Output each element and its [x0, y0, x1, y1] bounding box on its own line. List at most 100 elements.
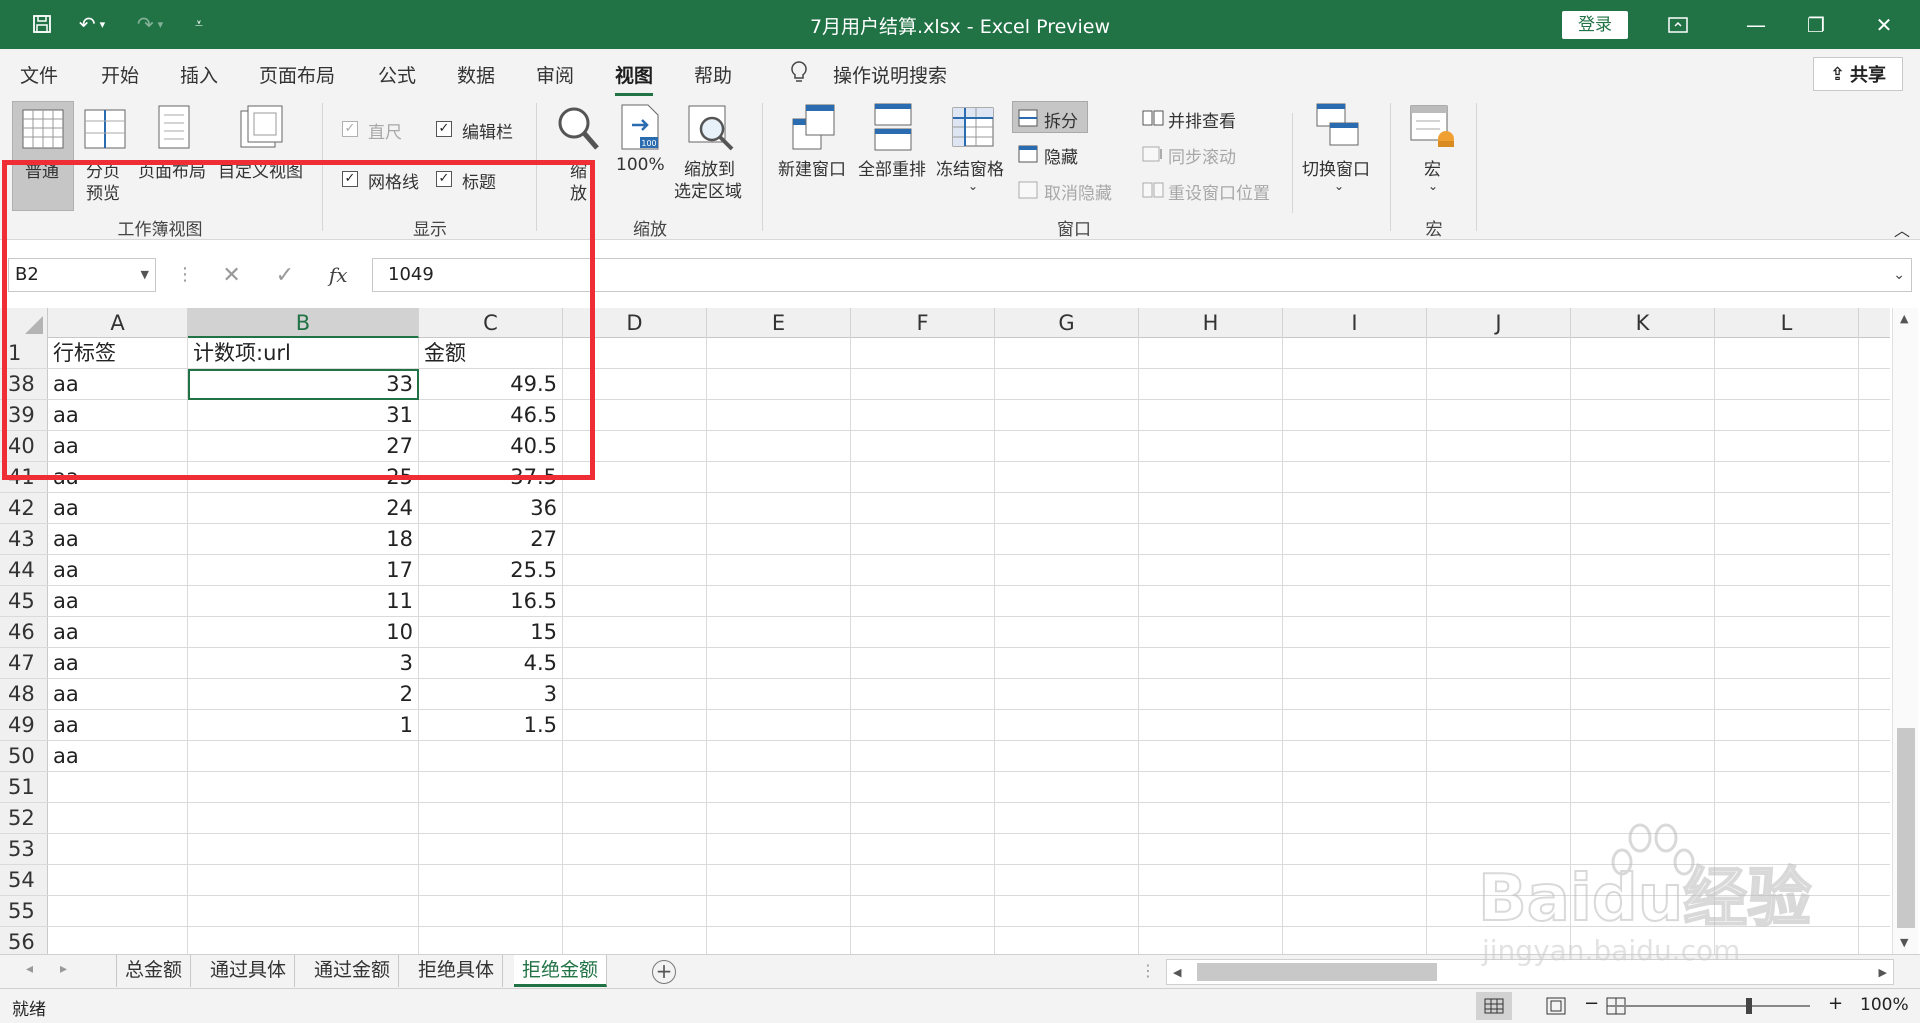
- empty-cell[interactable]: [1427, 493, 1571, 523]
- row-header[interactable]: 53: [0, 834, 48, 864]
- scroll-down-icon[interactable]: ▼: [1900, 936, 1908, 949]
- empty-cell[interactable]: [563, 338, 707, 368]
- cell-a[interactable]: aa: [48, 400, 188, 430]
- cell-c[interactable]: 金额: [419, 338, 563, 368]
- empty-cell[interactable]: [1571, 865, 1715, 895]
- freeze-panes-icon[interactable]: [952, 107, 994, 152]
- row-header[interactable]: 45: [0, 586, 48, 616]
- empty-cell[interactable]: [1715, 369, 1859, 399]
- scroll-up-icon[interactable]: ▲: [1900, 312, 1908, 325]
- sheet-tab-rejected-detail[interactable]: 拒绝具体: [410, 955, 504, 987]
- column-header-b[interactable]: B: [188, 308, 419, 338]
- row-header[interactable]: 43: [0, 524, 48, 554]
- empty-cell[interactable]: [995, 803, 1139, 833]
- cell-a[interactable]: aa: [48, 493, 188, 523]
- empty-cell[interactable]: [1427, 338, 1571, 368]
- empty-cell[interactable]: [707, 772, 851, 802]
- tab-help[interactable]: 帮助: [694, 61, 732, 88]
- empty-cell[interactable]: [995, 710, 1139, 740]
- cell-b[interactable]: 27: [188, 431, 419, 461]
- collapse-ribbon-icon[interactable]: ︿: [1894, 217, 1910, 241]
- tab-page-layout[interactable]: 页面布局: [259, 61, 335, 88]
- scroll-left-icon[interactable]: ◀: [1173, 966, 1181, 979]
- empty-cell[interactable]: [1715, 834, 1859, 864]
- empty-cell[interactable]: [563, 648, 707, 678]
- cell-c[interactable]: 15: [419, 617, 563, 647]
- formula-input[interactable]: 1049 ⌄: [372, 258, 1912, 292]
- empty-cell[interactable]: [707, 338, 851, 368]
- cell-a[interactable]: [48, 834, 188, 864]
- empty-cell[interactable]: [1283, 555, 1427, 585]
- empty-cell[interactable]: [1427, 679, 1571, 709]
- empty-cell[interactable]: [563, 431, 707, 461]
- empty-cell[interactable]: [851, 400, 995, 430]
- empty-cell[interactable]: [1571, 896, 1715, 926]
- empty-cell[interactable]: [1283, 617, 1427, 647]
- empty-cell[interactable]: [1427, 400, 1571, 430]
- formula-bar-checkbox[interactable]: ✓: [436, 121, 452, 137]
- empty-cell[interactable]: [707, 617, 851, 647]
- empty-cell[interactable]: [995, 400, 1139, 430]
- empty-cell[interactable]: [1283, 927, 1427, 954]
- cell-c[interactable]: [419, 834, 563, 864]
- close-icon[interactable]: ✕: [1856, 0, 1912, 49]
- column-header-a[interactable]: A: [48, 308, 188, 338]
- empty-cell[interactable]: [851, 834, 995, 864]
- row-header[interactable]: 46: [0, 617, 48, 647]
- empty-cell[interactable]: [1283, 586, 1427, 616]
- cell-b[interactable]: 33: [188, 369, 419, 399]
- headings-checkbox[interactable]: ✓: [436, 171, 452, 187]
- tell-me-search[interactable]: 操作说明搜索: [833, 61, 947, 88]
- macros-dropdown-icon[interactable]: ⌄: [1428, 179, 1438, 193]
- reset-window-position-icon[interactable]: [1142, 181, 1164, 204]
- empty-cell[interactable]: [1571, 803, 1715, 833]
- cell-a[interactable]: [48, 896, 188, 926]
- empty-cell[interactable]: [1139, 679, 1283, 709]
- cell-c[interactable]: 46.5: [419, 400, 563, 430]
- cell-b[interactable]: 3: [188, 648, 419, 678]
- cell-b[interactable]: [188, 834, 419, 864]
- cell-b[interactable]: 2: [188, 679, 419, 709]
- row-header[interactable]: 42: [0, 493, 48, 523]
- empty-cell[interactable]: [1139, 493, 1283, 523]
- empty-cell[interactable]: [995, 741, 1139, 771]
- empty-cell[interactable]: [851, 617, 995, 647]
- empty-cell[interactable]: [563, 617, 707, 647]
- empty-cell[interactable]: [995, 927, 1139, 954]
- cell-b[interactable]: [188, 896, 419, 926]
- empty-cell[interactable]: [851, 493, 995, 523]
- formula-bar-grip-icon[interactable]: ⋮: [176, 258, 194, 292]
- select-all-button[interactable]: [0, 308, 48, 338]
- row-header[interactable]: 52: [0, 803, 48, 833]
- tab-insert[interactable]: 插入: [180, 61, 218, 88]
- row-header[interactable]: 40: [0, 431, 48, 461]
- macros-icon[interactable]: [1410, 105, 1456, 154]
- empty-cell[interactable]: [1571, 617, 1715, 647]
- vertical-scroll-thumb[interactable]: [1897, 728, 1915, 928]
- row-header[interactable]: 48: [0, 679, 48, 709]
- empty-cell[interactable]: [1571, 741, 1715, 771]
- empty-cell[interactable]: [1715, 493, 1859, 523]
- empty-cell[interactable]: [851, 927, 995, 954]
- tab-home[interactable]: 开始: [101, 61, 139, 88]
- zoom-to-selection-icon[interactable]: [688, 105, 734, 156]
- cell-a[interactable]: aa: [48, 710, 188, 740]
- ribbon-display-options-icon[interactable]: [1650, 0, 1706, 49]
- empty-cell[interactable]: [1427, 741, 1571, 771]
- empty-cell[interactable]: [1139, 803, 1283, 833]
- empty-cell[interactable]: [851, 586, 995, 616]
- empty-cell[interactable]: [707, 896, 851, 926]
- empty-cell[interactable]: [1427, 927, 1571, 954]
- empty-cell[interactable]: [1571, 524, 1715, 554]
- cell-c[interactable]: 3: [419, 679, 563, 709]
- unhide-window-icon[interactable]: [1018, 181, 1038, 204]
- cell-a[interactable]: [48, 803, 188, 833]
- empty-cell[interactable]: [563, 555, 707, 585]
- empty-cell[interactable]: [1283, 772, 1427, 802]
- cell-a[interactable]: aa: [48, 431, 188, 461]
- zoom-slider[interactable]: [1610, 1005, 1810, 1007]
- empty-cell[interactable]: [1139, 710, 1283, 740]
- empty-cell[interactable]: [1715, 462, 1859, 492]
- cell-b[interactable]: [188, 927, 419, 954]
- share-button[interactable]: ⇪ 共享: [1813, 57, 1903, 91]
